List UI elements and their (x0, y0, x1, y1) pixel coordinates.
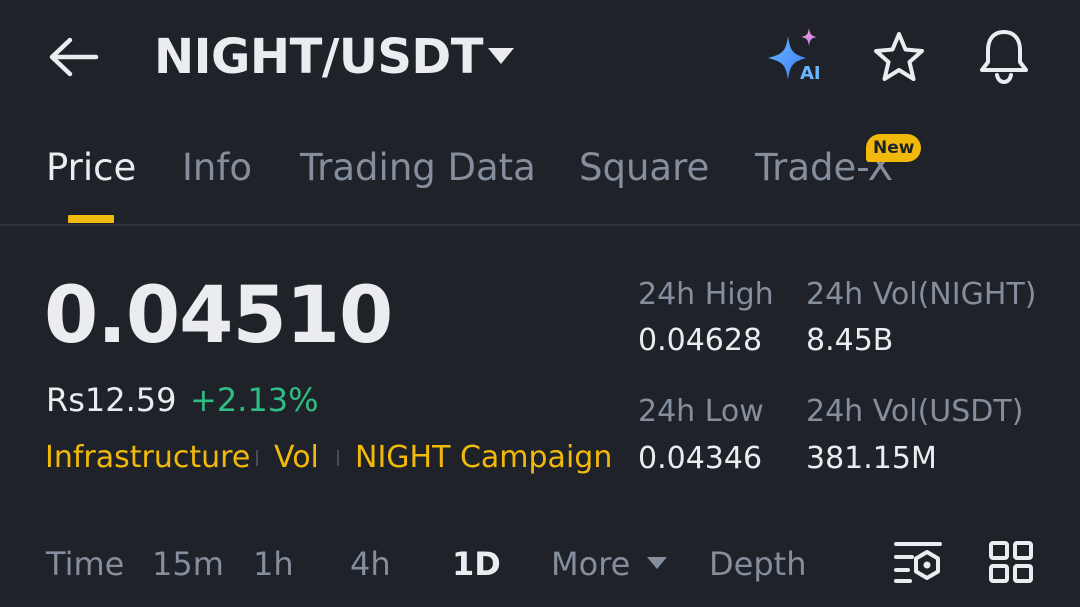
high-24h-value: 0.04628 (638, 323, 763, 358)
price-change-percent: +2.13% (190, 381, 319, 419)
bell-icon[interactable] (974, 26, 1034, 86)
tab-info[interactable]: Info (182, 144, 252, 192)
grid-layout-icon[interactable] (988, 540, 1034, 584)
chart-settings-icon[interactable] (894, 540, 942, 584)
interval-more[interactable]: More (551, 544, 630, 584)
market-detail-screen: NIGHT/USDT AI Price Info Trading Data Sq… (0, 0, 1080, 607)
new-badge: New (866, 134, 922, 162)
high-24h-label: 24h High (638, 277, 774, 312)
interval-1d[interactable]: 1D (452, 544, 501, 584)
vol-quote-24h-value: 381.15M (806, 441, 937, 476)
back-arrow-icon[interactable] (48, 32, 102, 82)
last-price: 0.04510 (44, 271, 393, 361)
tag-night-campaign[interactable]: NIGHT Campaign (355, 438, 612, 478)
depth-tab[interactable]: Depth (709, 544, 806, 584)
pair-title[interactable]: NIGHT/USDT (154, 28, 484, 86)
active-tab-indicator (68, 215, 114, 223)
ai-label: AI (800, 63, 821, 84)
low-24h-label: 24h Low (638, 394, 764, 429)
ai-sparkle-icon[interactable]: AI (764, 26, 826, 86)
vol-base-24h-label: 24h Vol(NIGHT) (806, 277, 1037, 312)
tag-separator (256, 450, 258, 466)
star-icon[interactable] (870, 30, 928, 84)
tab-price[interactable]: Price (46, 144, 136, 192)
interval-4h[interactable]: 4h (350, 544, 391, 584)
tag-infrastructure[interactable]: Infrastructure (45, 438, 250, 478)
tab-trading-data[interactable]: Trading Data (300, 144, 536, 192)
vol-base-24h-value: 8.45B (806, 323, 894, 358)
tab-square[interactable]: Square (579, 144, 709, 192)
fiat-price: Rs12.59 (46, 381, 177, 419)
interval-15m[interactable]: 15m (152, 544, 224, 584)
tab-divider (0, 224, 1080, 226)
low-24h-value: 0.04346 (638, 441, 763, 476)
interval-time[interactable]: Time (46, 544, 124, 584)
tag-separator (337, 450, 339, 466)
vol-quote-24h-label: 24h Vol(USDT) (806, 394, 1024, 429)
tag-vol[interactable]: Vol (274, 438, 319, 478)
interval-1h[interactable]: 1h (253, 544, 294, 584)
caret-down-icon[interactable] (646, 556, 668, 570)
caret-down-icon[interactable] (486, 46, 516, 66)
